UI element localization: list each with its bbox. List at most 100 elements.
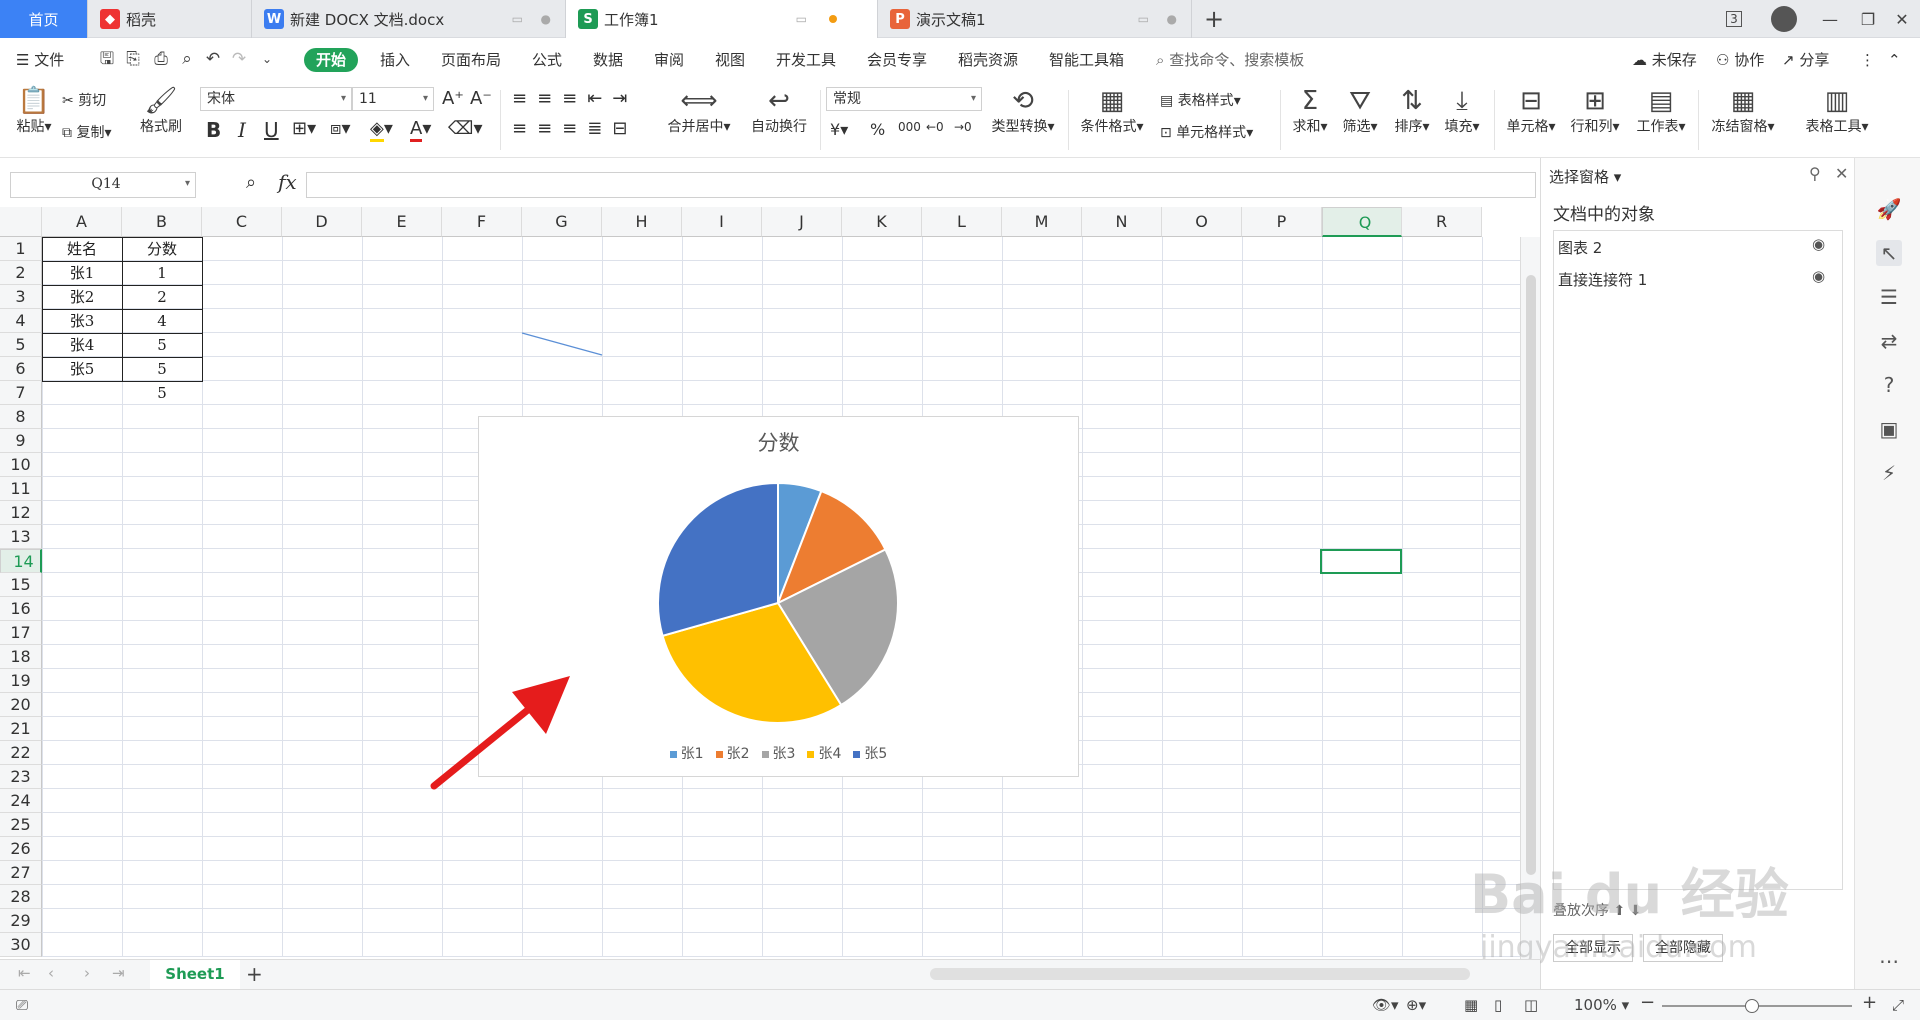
object-item-chart[interactable]: 图表 2 bbox=[1558, 237, 1602, 258]
file-menu[interactable]: ☰ 文件 bbox=[16, 48, 64, 72]
export-icon[interactable]: ⎘ bbox=[122, 48, 144, 70]
cell-b7[interactable]: 5 bbox=[122, 381, 202, 405]
share-button[interactable]: ↗ 分享 bbox=[1782, 48, 1829, 72]
transform-icon[interactable]: ⇄ bbox=[1876, 328, 1902, 354]
cell-b6[interactable]: 5 bbox=[122, 357, 202, 381]
page-layout-view-icon[interactable]: ▯ bbox=[1494, 996, 1502, 1014]
freeze-panes-button[interactable]: ▦ 冻结窗格▾ bbox=[1706, 86, 1780, 136]
pane-title-dropdown[interactable]: 选择窗格 ▾ bbox=[1549, 166, 1621, 187]
legend-item-5[interactable]: 张5 bbox=[853, 743, 887, 763]
normal-view-icon[interactable]: ▦ bbox=[1464, 996, 1478, 1014]
sort-button[interactable]: ⇅ 排序▾ bbox=[1388, 86, 1436, 136]
view-mode-icon[interactable]: ⊕▾ bbox=[1406, 996, 1426, 1014]
add-sheet-button[interactable]: + bbox=[246, 962, 263, 986]
print-icon[interactable]: ⎙ bbox=[150, 48, 172, 70]
type-convert-button[interactable]: ⟲ 类型转换▾ bbox=[986, 86, 1060, 136]
paste-button[interactable]: 📋 粘贴▾ bbox=[12, 86, 56, 136]
table-tools-button[interactable]: ▥ 表格工具▾ bbox=[1800, 86, 1874, 136]
style-icon[interactable]: ⧈▾ bbox=[330, 118, 350, 139]
prev-sheet-icon[interactable]: ‹ bbox=[48, 964, 54, 982]
help-icon[interactable]: ? bbox=[1876, 372, 1902, 398]
menu-developer[interactable]: 开发工具 bbox=[776, 48, 836, 72]
active-cell-q14[interactable] bbox=[1320, 549, 1402, 574]
cell-style-button[interactable]: ⊡ 单元格样式▾ bbox=[1160, 122, 1253, 142]
last-sheet-icon[interactable]: ⇥ bbox=[112, 964, 125, 982]
zoom-out-button[interactable]: − bbox=[1640, 992, 1655, 1013]
monitor-icon[interactable]: ▭ bbox=[796, 12, 807, 26]
menu-smart-toolbox[interactable]: 智能工具箱 bbox=[1049, 48, 1124, 72]
collapse-ribbon-icon[interactable]: ⌃ bbox=[1888, 48, 1901, 72]
fx-button[interactable]: fx bbox=[278, 170, 297, 194]
filter-button[interactable]: ⛛ 筛选▾ bbox=[1336, 86, 1384, 136]
eye-icon[interactable]: ◉ bbox=[1812, 235, 1825, 253]
number-format-select[interactable]: 常规 ▾ bbox=[826, 87, 982, 111]
fullscreen-icon[interactable]: ⤢ bbox=[1892, 996, 1904, 1014]
first-sheet-icon[interactable]: ⇤ bbox=[18, 964, 31, 982]
cut-button[interactable]: ✂ 剪切 bbox=[62, 90, 106, 110]
percent-button[interactable]: % bbox=[870, 120, 885, 139]
copy-button[interactable]: ⧉ 复制▾ bbox=[62, 122, 111, 142]
rocket-icon[interactable]: 🚀 bbox=[1876, 196, 1902, 222]
formula-input[interactable] bbox=[306, 172, 1536, 198]
pin-icon[interactable]: ⚲ bbox=[1809, 164, 1821, 183]
cell-b3[interactable]: 2 bbox=[122, 285, 202, 309]
cell-a6[interactable]: 张5 bbox=[42, 357, 122, 381]
merge-center-button[interactable]: ⟺ 合并居中▾ bbox=[664, 86, 734, 136]
monitor-icon[interactable]: ▭ bbox=[1138, 12, 1149, 26]
menu-member[interactable]: 会员专享 bbox=[867, 48, 927, 72]
legend-item-3[interactable]: 张3 bbox=[761, 743, 795, 763]
cell-button[interactable]: ⊟ 单元格▾ bbox=[1502, 86, 1560, 136]
menu-data[interactable]: 数据 bbox=[593, 48, 623, 72]
close-window-icon[interactable]: ✕ bbox=[1880, 0, 1920, 38]
more-menu-icon[interactable]: ⋮ bbox=[1860, 48, 1875, 72]
shrink-font-icon[interactable]: A⁻ bbox=[470, 88, 492, 109]
font-name-select[interactable]: 宋体 ▾ bbox=[200, 87, 352, 111]
cell-b1[interactable]: 分数 bbox=[122, 237, 202, 261]
horizontal-align-icons[interactable]: ≡≡≡≣⊟ bbox=[512, 118, 637, 139]
zoom-formula-icon[interactable]: ⌕ bbox=[246, 172, 256, 193]
cell-a5[interactable]: 张4 bbox=[42, 333, 122, 357]
menu-page-layout[interactable]: 页面布局 bbox=[441, 48, 501, 72]
scrollbar-thumb[interactable] bbox=[1526, 275, 1536, 875]
format-painter-button[interactable]: 🖌 格式刷 bbox=[136, 86, 186, 136]
legend-item-1[interactable]: 张1 bbox=[669, 743, 704, 763]
save-icon[interactable]: 🖫 bbox=[96, 48, 118, 70]
underline-icon[interactable]: U bbox=[264, 118, 279, 142]
eye-icon[interactable]: ◉ bbox=[1812, 267, 1825, 285]
sheet-tab-sheet1[interactable]: Sheet1 bbox=[150, 960, 240, 989]
eye-protect-icon[interactable]: 👁▾ bbox=[1372, 996, 1399, 1014]
wrap-text-button[interactable]: ↩ 自动换行 bbox=[744, 86, 814, 136]
sum-button[interactable]: Σ 求和▾ bbox=[1288, 86, 1332, 136]
conditional-format-button[interactable]: ▦ 条件格式▾ bbox=[1076, 86, 1148, 136]
tab-count-badge[interactable]: 3 bbox=[1712, 0, 1756, 38]
name-box[interactable]: Q14 ▾ bbox=[10, 172, 196, 198]
cell-b5[interactable]: 5 bbox=[122, 333, 202, 357]
command-search[interactable]: ⌕ 查找命令、搜索模板 bbox=[1156, 48, 1304, 72]
zoom-slider-handle[interactable] bbox=[1745, 999, 1759, 1013]
row-col-button[interactable]: ⊞ 行和列▾ bbox=[1566, 86, 1624, 136]
connector-line[interactable] bbox=[520, 331, 604, 359]
cell-a1[interactable]: 姓名 bbox=[42, 237, 122, 261]
more-dropdown-icon[interactable]: ⌄ bbox=[256, 48, 278, 70]
horizontal-scrollbar[interactable] bbox=[930, 968, 1470, 980]
tab-docx[interactable]: W 新建 DOCX 文档.docx ▭ ● bbox=[252, 0, 566, 38]
close-pane-icon[interactable]: ✕ bbox=[1835, 164, 1848, 183]
cell-b2[interactable]: 1 bbox=[122, 261, 202, 285]
next-sheet-icon[interactable]: › bbox=[84, 964, 90, 982]
zoom-in-button[interactable]: + bbox=[1862, 992, 1877, 1013]
table-style-button[interactable]: ▤ 表格样式▾ bbox=[1160, 90, 1241, 110]
menu-insert[interactable]: 插入 bbox=[380, 48, 410, 72]
legend-item-2[interactable]: 张2 bbox=[715, 743, 750, 763]
italic-icon[interactable]: I bbox=[238, 118, 246, 142]
tab-close-icon[interactable]: ● bbox=[1167, 12, 1177, 26]
object-item-connector[interactable]: 直接连接符 1 bbox=[1558, 269, 1647, 290]
macro-icon[interactable]: ⎚ bbox=[16, 996, 28, 1014]
menu-review[interactable]: 审阅 bbox=[654, 48, 684, 72]
monitor-icon[interactable]: ▭ bbox=[512, 12, 523, 26]
font-color-icon[interactable]: A▾ bbox=[410, 118, 431, 142]
decrease-decimal-icon[interactable]: →0 bbox=[954, 120, 972, 134]
tab-workbook[interactable]: S 工作簿1 ▭ bbox=[566, 0, 878, 38]
cell-a4[interactable]: 张3 bbox=[42, 309, 122, 333]
grow-font-icon[interactable]: A⁺ bbox=[442, 88, 464, 109]
menu-formula[interactable]: 公式 bbox=[532, 48, 562, 72]
